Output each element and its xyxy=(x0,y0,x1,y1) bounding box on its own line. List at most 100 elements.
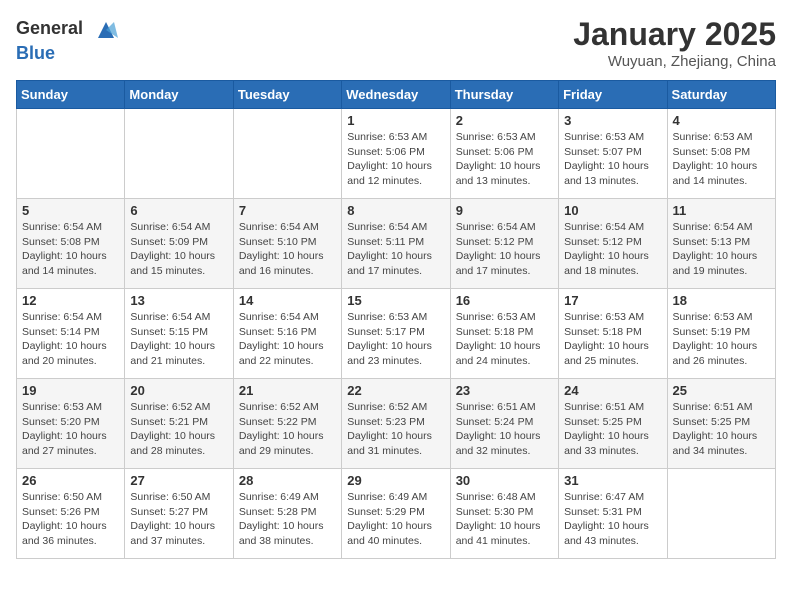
calendar-cell: 27Sunrise: 6:50 AM Sunset: 5:27 PM Dayli… xyxy=(125,469,233,559)
calendar-cell: 8 Sunrise: 6:54 AM Sunset: 5:11 PM Daylig… xyxy=(342,199,450,289)
day-info: Sunrise: 6:54 AM Sunset: 5:08 PM Dayligh… xyxy=(22,220,119,279)
day-number: 4 xyxy=(673,113,770,128)
calendar-cell: 26 Sunrise: 6:50 AM Sunset: 5:26 PM Dayli… xyxy=(17,469,125,559)
calendar-cell: 21 Sunrise: 6:52 AM Sunset: 5:22 PM Dayli… xyxy=(233,379,341,469)
day-info: Sunrise: 6:53 AM Sunset: 5:06 PM Dayligh… xyxy=(347,130,444,189)
calendar-cell: 24 Sunrise: 6:51 AM Sunset: 5:25 PM Dayli… xyxy=(559,379,667,469)
day-info: Sunrise: 6:52 AM Sunset: 5:21 PM Dayligh… xyxy=(130,400,227,459)
day-number: 29 xyxy=(347,473,444,488)
calendar-cell: 5 Sunrise: 6:54 AM Sunset: 5:08 PM Daylig… xyxy=(17,199,125,289)
day-info: Sunrise: 6:53 AM Sunset: 5:17 PM Dayligh… xyxy=(347,310,444,369)
day-header-sunday: Sunday xyxy=(17,81,125,109)
day-number: 19 xyxy=(22,383,119,398)
day-number: 9 xyxy=(456,203,553,218)
calendar-cell: 20 Sunrise: 6:52 AM Sunset: 5:21 PM Dayli… xyxy=(125,379,233,469)
month-title: January 2025 xyxy=(573,16,776,53)
day-number: 17 xyxy=(564,293,661,308)
calendar-week-2: 5 Sunrise: 6:54 AM Sunset: 5:08 PM Daylig… xyxy=(17,199,776,289)
day-header-tuesday: Tuesday xyxy=(233,81,341,109)
day-number: 8 xyxy=(347,203,444,218)
day-info: Sunrise: 6:54 AM Sunset: 5:15 PM Dayligh… xyxy=(130,310,227,369)
location-subtitle: Wuyuan, Zhejiang, China xyxy=(573,53,776,70)
calendar-cell: 15 Sunrise: 6:53 AM Sunset: 5:17 PM Dayli… xyxy=(342,289,450,379)
calendar-cell: 25Sunrise: 6:51 AM Sunset: 5:25 PM Dayli… xyxy=(667,379,775,469)
calendar-cell: 28Sunrise: 6:49 AM Sunset: 5:28 PM Dayli… xyxy=(233,469,341,559)
logo-icon xyxy=(92,16,120,44)
calendar-cell xyxy=(125,109,233,199)
day-number: 6 xyxy=(130,203,227,218)
day-number: 12 xyxy=(22,293,119,308)
calendar-header-row: SundayMondayTuesdayWednesdayThursdayFrid… xyxy=(17,81,776,109)
title-area: January 2025 Wuyuan, Zhejiang, China xyxy=(573,16,776,70)
day-info: Sunrise: 6:49 AM Sunset: 5:28 PM Dayligh… xyxy=(239,490,336,549)
day-info: Sunrise: 6:53 AM Sunset: 5:18 PM Dayligh… xyxy=(564,310,661,369)
day-number: 3 xyxy=(564,113,661,128)
day-info: Sunrise: 6:50 AM Sunset: 5:27 PM Dayligh… xyxy=(130,490,227,549)
calendar-cell: 22 Sunrise: 6:52 AM Sunset: 5:23 PM Dayli… xyxy=(342,379,450,469)
day-number: 31 xyxy=(564,473,661,488)
calendar-cell: 10Sunrise: 6:54 AM Sunset: 5:12 PM Dayli… xyxy=(559,199,667,289)
day-info: Sunrise: 6:53 AM Sunset: 5:07 PM Dayligh… xyxy=(564,130,661,189)
calendar-cell: 23Sunrise: 6:51 AM Sunset: 5:24 PM Dayli… xyxy=(450,379,558,469)
calendar-cell: 18Sunrise: 6:53 AM Sunset: 5:19 PM Dayli… xyxy=(667,289,775,379)
day-number: 21 xyxy=(239,383,336,398)
calendar-week-4: 19 Sunrise: 6:53 AM Sunset: 5:20 PM Dayli… xyxy=(17,379,776,469)
day-info: Sunrise: 6:54 AM Sunset: 5:11 PM Dayligh… xyxy=(347,220,444,279)
calendar-cell: 1Sunrise: 6:53 AM Sunset: 5:06 PM Daylig… xyxy=(342,109,450,199)
calendar-cell: 13 Sunrise: 6:54 AM Sunset: 5:15 PM Dayli… xyxy=(125,289,233,379)
calendar-cell: 29 Sunrise: 6:49 AM Sunset: 5:29 PM Dayli… xyxy=(342,469,450,559)
calendar-cell: 19 Sunrise: 6:53 AM Sunset: 5:20 PM Dayli… xyxy=(17,379,125,469)
day-number: 20 xyxy=(130,383,227,398)
calendar-cell: 12 Sunrise: 6:54 AM Sunset: 5:14 PM Dayli… xyxy=(17,289,125,379)
calendar-cell xyxy=(667,469,775,559)
calendar-table: SundayMondayTuesdayWednesdayThursdayFrid… xyxy=(16,80,776,559)
calendar-cell: 16 Sunrise: 6:53 AM Sunset: 5:18 PM Dayli… xyxy=(450,289,558,379)
day-info: Sunrise: 6:50 AM Sunset: 5:26 PM Dayligh… xyxy=(22,490,119,549)
day-number: 5 xyxy=(22,203,119,218)
day-number: 7 xyxy=(239,203,336,218)
day-number: 26 xyxy=(22,473,119,488)
calendar-cell: 6 Sunrise: 6:54 AM Sunset: 5:09 PM Daylig… xyxy=(125,199,233,289)
calendar-cell: 11 Sunrise: 6:54 AM Sunset: 5:13 PM Dayli… xyxy=(667,199,775,289)
day-header-monday: Monday xyxy=(125,81,233,109)
day-info: Sunrise: 6:47 AM Sunset: 5:31 PM Dayligh… xyxy=(564,490,661,549)
day-info: Sunrise: 6:54 AM Sunset: 5:10 PM Dayligh… xyxy=(239,220,336,279)
day-info: Sunrise: 6:51 AM Sunset: 5:25 PM Dayligh… xyxy=(564,400,661,459)
day-header-saturday: Saturday xyxy=(667,81,775,109)
day-info: Sunrise: 6:54 AM Sunset: 5:16 PM Dayligh… xyxy=(239,310,336,369)
day-number: 22 xyxy=(347,383,444,398)
day-number: 14 xyxy=(239,293,336,308)
day-info: Sunrise: 6:54 AM Sunset: 5:12 PM Dayligh… xyxy=(564,220,661,279)
day-number: 13 xyxy=(130,293,227,308)
day-header-thursday: Thursday xyxy=(450,81,558,109)
day-number: 18 xyxy=(673,293,770,308)
day-info: Sunrise: 6:53 AM Sunset: 5:08 PM Dayligh… xyxy=(673,130,770,189)
day-number: 11 xyxy=(673,203,770,218)
day-info: Sunrise: 6:51 AM Sunset: 5:24 PM Dayligh… xyxy=(456,400,553,459)
logo-blue: Blue xyxy=(16,44,120,64)
day-info: Sunrise: 6:49 AM Sunset: 5:29 PM Dayligh… xyxy=(347,490,444,549)
day-header-wednesday: Wednesday xyxy=(342,81,450,109)
day-info: Sunrise: 6:53 AM Sunset: 5:20 PM Dayligh… xyxy=(22,400,119,459)
day-info: Sunrise: 6:54 AM Sunset: 5:09 PM Dayligh… xyxy=(130,220,227,279)
day-info: Sunrise: 6:52 AM Sunset: 5:22 PM Dayligh… xyxy=(239,400,336,459)
calendar-cell xyxy=(233,109,341,199)
day-info: Sunrise: 6:52 AM Sunset: 5:23 PM Dayligh… xyxy=(347,400,444,459)
day-number: 16 xyxy=(456,293,553,308)
calendar-cell: 14 Sunrise: 6:54 AM Sunset: 5:16 PM Dayli… xyxy=(233,289,341,379)
calendar-week-1: 1Sunrise: 6:53 AM Sunset: 5:06 PM Daylig… xyxy=(17,109,776,199)
day-number: 2 xyxy=(456,113,553,128)
day-number: 24 xyxy=(564,383,661,398)
page-header: General Blue January 2025 Wuyuan, Zhejia… xyxy=(16,16,776,70)
logo-general: General xyxy=(16,16,120,44)
calendar-cell: 2Sunrise: 6:53 AM Sunset: 5:06 PM Daylig… xyxy=(450,109,558,199)
calendar-week-3: 12 Sunrise: 6:54 AM Sunset: 5:14 PM Dayli… xyxy=(17,289,776,379)
day-info: Sunrise: 6:54 AM Sunset: 5:14 PM Dayligh… xyxy=(22,310,119,369)
day-info: Sunrise: 6:53 AM Sunset: 5:18 PM Dayligh… xyxy=(456,310,553,369)
calendar-week-5: 26 Sunrise: 6:50 AM Sunset: 5:26 PM Dayli… xyxy=(17,469,776,559)
day-header-friday: Friday xyxy=(559,81,667,109)
day-info: Sunrise: 6:54 AM Sunset: 5:12 PM Dayligh… xyxy=(456,220,553,279)
day-number: 15 xyxy=(347,293,444,308)
day-info: Sunrise: 6:54 AM Sunset: 5:13 PM Dayligh… xyxy=(673,220,770,279)
day-info: Sunrise: 6:48 AM Sunset: 5:30 PM Dayligh… xyxy=(456,490,553,549)
